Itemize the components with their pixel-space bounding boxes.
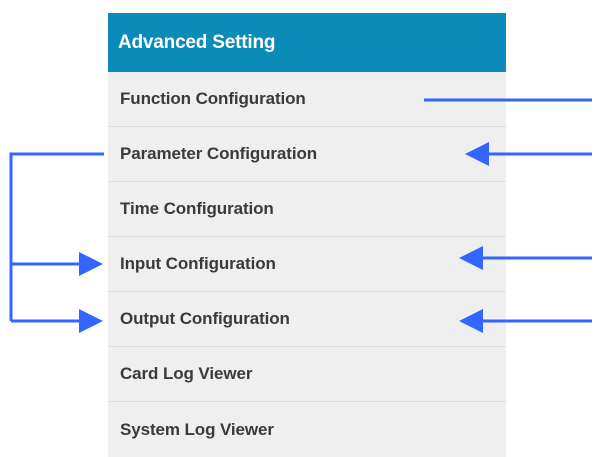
menu-item-parameter-configuration[interactable]: Parameter Configuration [108, 127, 506, 182]
annotation-bracket-left [9, 152, 104, 321]
menu-item-input-configuration[interactable]: Input Configuration [108, 237, 506, 292]
menu-header: Advanced Setting [108, 13, 506, 72]
menu-item-time-configuration[interactable]: Time Configuration [108, 182, 506, 237]
menu-item-system-log-viewer[interactable]: System Log Viewer [108, 402, 506, 457]
menu-item-output-configuration[interactable]: Output Configuration [108, 292, 506, 347]
menu-item-function-configuration[interactable]: Function Configuration [108, 72, 506, 127]
menu-item-card-log-viewer[interactable]: Card Log Viewer [108, 347, 506, 402]
advanced-setting-menu: Advanced Setting Function Configuration … [108, 13, 506, 457]
